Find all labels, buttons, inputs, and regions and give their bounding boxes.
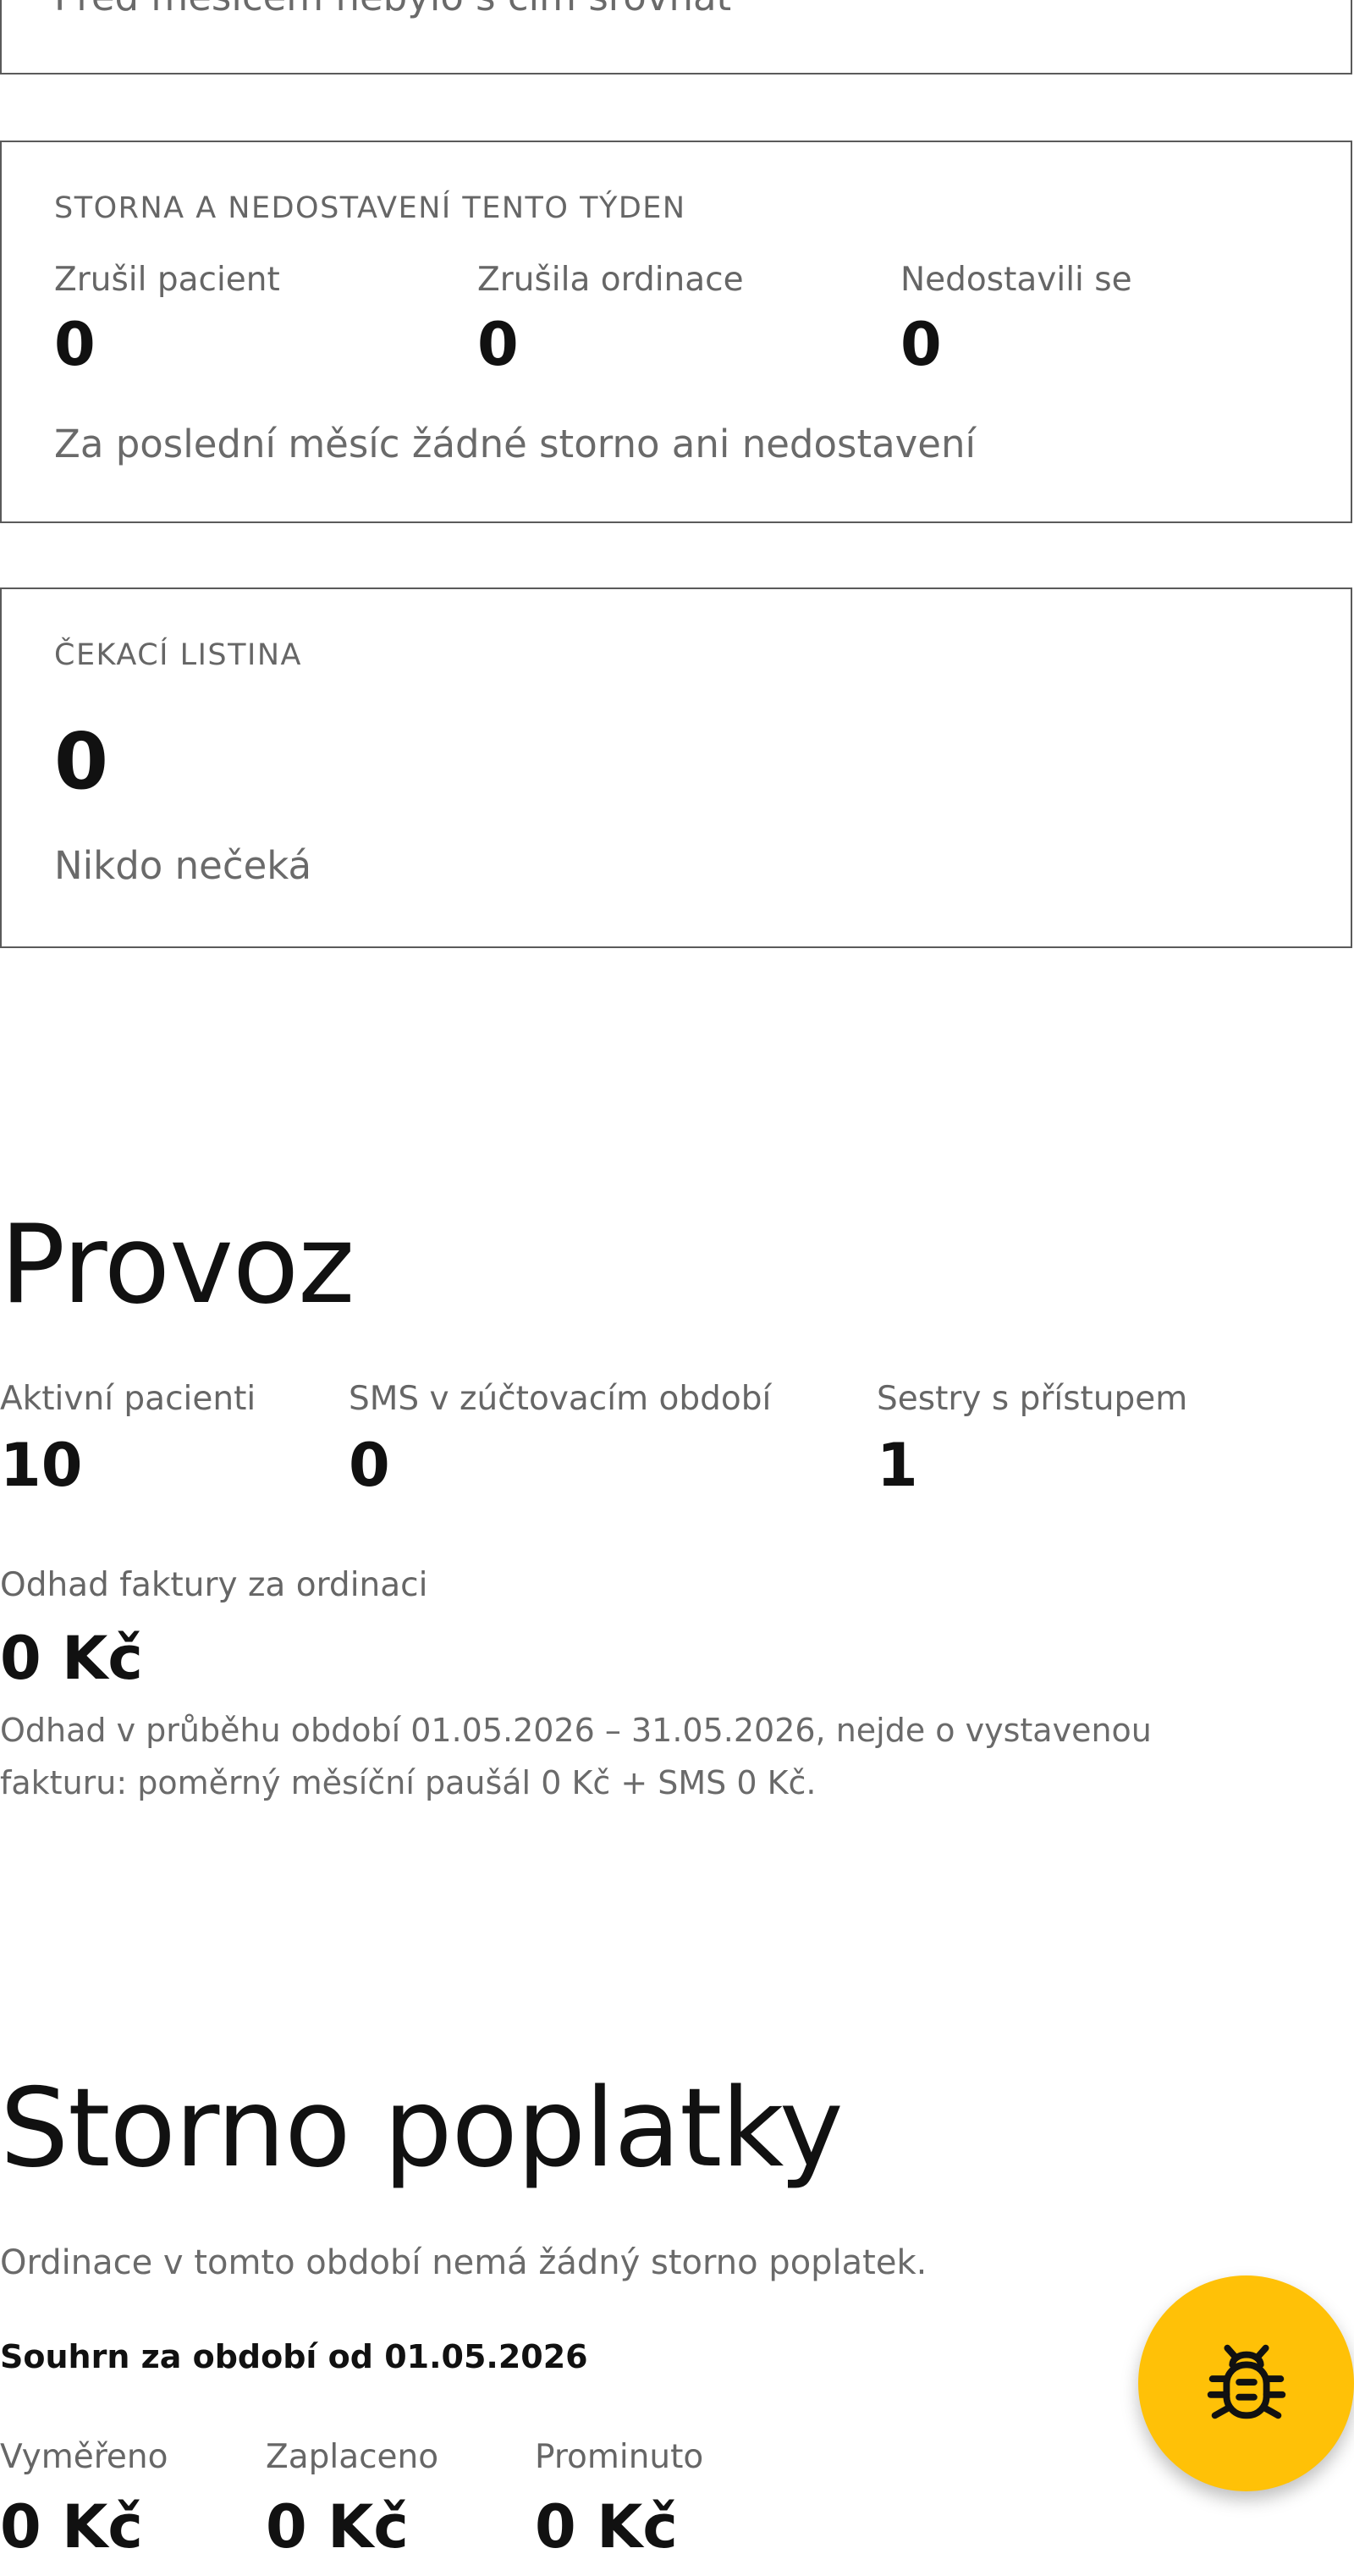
operations-heading: Provoz bbox=[0, 1202, 355, 1328]
fee-label-waived: Prominuto bbox=[535, 2438, 704, 2476]
fee-value-paid: 0 Kč bbox=[266, 2492, 409, 2562]
bug-report-button[interactable] bbox=[1138, 2275, 1354, 2491]
stat-value-patient-cancelled: 0 bbox=[54, 310, 96, 379]
stat-value-active-patients: 10 bbox=[0, 1431, 83, 1500]
waitlist-note: Nikdo nečeká bbox=[54, 843, 312, 888]
stat-label-no-show: Nedostavili se bbox=[900, 261, 1132, 299]
stat-value-nurses: 1 bbox=[877, 1431, 918, 1500]
fees-summary-title: Souhrn za období od 01.05.2026 bbox=[0, 2338, 588, 2375]
invoice-note-line2: fakturu: poměrný měsíční paušál 0 Kč + S… bbox=[0, 1764, 817, 1801]
stat-label-patient-cancelled: Zrušil pacient bbox=[54, 261, 280, 299]
invoice-note-line1: Odhad v průběhu období 01.05.2026 – 31.0… bbox=[0, 1712, 1152, 1749]
invoice-label: Odhad faktury za ordinaci bbox=[0, 1566, 428, 1604]
bug-icon bbox=[1207, 2344, 1285, 2419]
invoice-value: 0 Kč bbox=[0, 1624, 143, 1693]
waitlist-title: ČEKACÍ LISTINA bbox=[54, 638, 302, 672]
fee-label-assessed: Vyměřeno bbox=[0, 2438, 168, 2476]
fees-heading: Storno poplatky bbox=[0, 2066, 844, 2192]
waitlist-card: ČEKACÍ LISTINA 0 Nikdo nečeká bbox=[0, 587, 1352, 948]
stat-label-sms: SMS v zúčtovacím období bbox=[349, 1380, 772, 1418]
stat-value-sms: 0 bbox=[349, 1431, 390, 1500]
stat-label-nurses: Sestry s přístupem bbox=[877, 1380, 1188, 1418]
cancellations-title: STORNA A NEDOSTAVENÍ TENTO TÝDEN bbox=[54, 191, 686, 225]
fee-value-assessed: 0 Kč bbox=[0, 2492, 143, 2562]
cancellations-card: STORNA A NEDOSTAVENÍ TENTO TÝDEN Zrušil … bbox=[0, 141, 1352, 523]
waitlist-value: 0 bbox=[54, 716, 109, 807]
fee-label-paid: Zaplaceno bbox=[266, 2438, 439, 2476]
cancellations-note: Za poslední měsíc žádné storno ani nedos… bbox=[54, 422, 977, 466]
stat-label-active-patients: Aktivní pacienti bbox=[0, 1380, 256, 1418]
fee-value-waived: 0 Kč bbox=[535, 2492, 678, 2562]
comparison-note: Před měsícem nebylo s čím srovnat bbox=[54, 0, 731, 19]
stat-value-no-show: 0 bbox=[900, 310, 942, 379]
stat-value-office-cancelled: 0 bbox=[477, 310, 519, 379]
comparison-card: Před měsícem nebylo s čím srovnat bbox=[0, 0, 1352, 74]
fees-note: Ordinace v tomto období nemá žádný storn… bbox=[0, 2243, 927, 2282]
stat-label-office-cancelled: Zrušila ordinace bbox=[477, 261, 744, 299]
